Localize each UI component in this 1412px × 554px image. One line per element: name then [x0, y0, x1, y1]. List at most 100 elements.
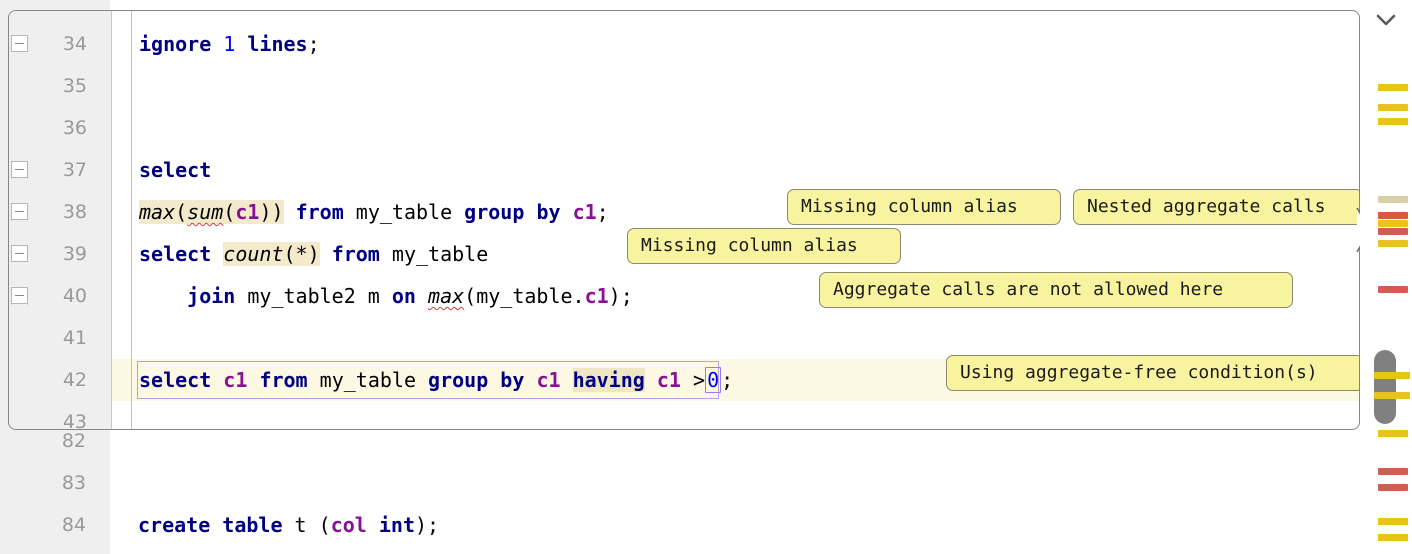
fold-region-end-icon — [11, 220, 28, 229]
code-line: max(sum(c1)) from my_table group by c1; — [139, 191, 609, 233]
line-number: 83 — [61, 472, 86, 494]
line-number: 41 — [62, 327, 87, 349]
fold-collapse-icon[interactable] — [11, 245, 28, 262]
code-token: select — [139, 158, 212, 182]
code-token: from — [331, 242, 380, 266]
inspection-tooltip[interactable]: Aggregate calls are not allowed here — [819, 272, 1293, 308]
code-token: my_table — [343, 200, 465, 224]
error-stripe-mark[interactable] — [1378, 484, 1408, 491]
error-stripe-mark[interactable] — [1378, 240, 1408, 247]
code-token: (my_table. — [464, 284, 585, 308]
line-number: 36 — [62, 117, 87, 139]
lens-content-clip: 34 35 36 37 38 39 40 41 42 43 ignore 1 lines; sele… — [9, 11, 1359, 429]
error-stripe-mark[interactable] — [1378, 220, 1408, 227]
code-token: col — [330, 513, 367, 537]
fold-guide-line — [131, 11, 132, 429]
code-token: int — [378, 513, 415, 537]
code-token: 1 — [223, 32, 236, 56]
line-number: 42 — [62, 369, 87, 391]
code-line: join my_table2 m on max(my_table.c1); — [139, 275, 633, 317]
scrollbar-thumb[interactable] — [1374, 350, 1396, 424]
line-number: 84 — [61, 514, 86, 536]
error-stripe-mark[interactable] — [1374, 372, 1410, 379]
error-stripe-mark[interactable] — [1378, 104, 1408, 111]
code-token: sum — [187, 200, 224, 224]
error-stripe-mark[interactable] — [1378, 196, 1408, 203]
code-line: create table t (col int); — [138, 504, 439, 546]
error-stripe-mark[interactable] — [1378, 518, 1408, 525]
code-token: ( — [175, 200, 188, 224]
code-token: 0 — [705, 367, 722, 393]
code-token: my_table2 m — [235, 284, 392, 308]
code-token: from — [295, 200, 344, 224]
code-token: (*) — [283, 242, 320, 266]
code-token: ignore — [139, 32, 212, 56]
inspection-tooltip[interactable]: Missing column alias — [787, 189, 1061, 225]
line-number: 35 — [62, 75, 87, 97]
code-token: t — [282, 513, 319, 537]
code-token: lines — [247, 32, 308, 56]
line-number: 43 — [62, 411, 87, 429]
code-token: c1 — [572, 200, 597, 224]
inspection-tooltip[interactable]: Missing column alias — [627, 228, 901, 264]
code-token: ; — [596, 200, 609, 224]
error-stripe-mark[interactable] — [1378, 534, 1408, 541]
code-token: join — [187, 284, 236, 308]
code-token: ; — [721, 368, 734, 392]
inspection-tooltip[interactable]: Nested aggregate calls — [1073, 189, 1359, 225]
error-stripe-mark[interactable] — [1378, 430, 1408, 437]
code-token: group — [464, 200, 525, 224]
code-token: c1 — [223, 368, 248, 392]
code-token: table — [222, 513, 283, 537]
error-stripe-mark[interactable] — [1378, 468, 1408, 475]
fold-collapse-icon[interactable] — [11, 161, 28, 178]
code-token: create — [138, 513, 211, 537]
error-stripe-mark[interactable] — [1378, 118, 1408, 125]
error-stripe-mark[interactable] — [1378, 286, 1408, 293]
code-line: ignore 1 lines; — [139, 23, 320, 65]
code-line: select c1 from my_table group by c1 havi… — [139, 359, 733, 401]
code-token: ); — [414, 513, 440, 537]
code-token: ( — [318, 513, 331, 537]
code-token: my_table — [307, 368, 429, 392]
fold-region-end-icon — [11, 304, 28, 313]
code-token: ( — [223, 200, 236, 224]
code-token: max — [428, 284, 465, 308]
code-token: c1 — [656, 368, 681, 392]
chevron-down-icon[interactable] — [1376, 14, 1396, 26]
error-stripe-mark[interactable] — [1378, 212, 1408, 219]
error-stripe-mark[interactable] — [1374, 392, 1410, 399]
code-token: having — [572, 368, 645, 392]
code-token: c1 — [584, 284, 609, 308]
error-stripe-mark[interactable] — [1378, 84, 1408, 91]
code-preview-lens-panel[interactable]: 34 35 36 37 38 39 40 41 42 43 ignore 1 lines; sele… — [8, 10, 1371, 430]
fold-collapse-icon[interactable] — [11, 35, 28, 52]
code-token: > — [680, 368, 706, 392]
code-token: on — [391, 284, 416, 308]
code-line: select — [139, 149, 211, 191]
error-stripe-mark[interactable] — [1378, 228, 1408, 235]
fold-collapse-icon[interactable] — [11, 287, 28, 304]
fold-collapse-icon[interactable] — [11, 203, 28, 220]
code-token: by — [536, 200, 561, 224]
error-stripe-scrollbar[interactable] — [1360, 0, 1412, 554]
code-token: c1 — [235, 200, 260, 224]
inspection-tooltip[interactable]: Using aggregate-free condition(s) — [946, 355, 1359, 391]
code-token: ; — [307, 32, 320, 56]
code-token: max — [139, 200, 176, 224]
